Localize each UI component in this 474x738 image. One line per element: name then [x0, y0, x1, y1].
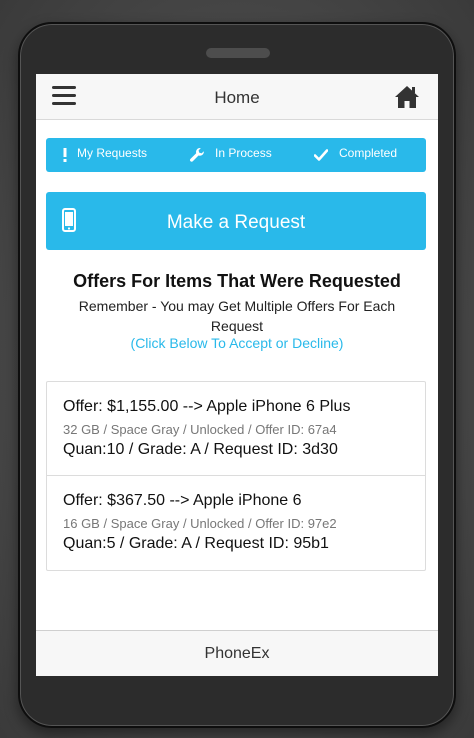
top-header: Home — [36, 74, 438, 120]
offer-details: 32 GB / Space Gray / Unlocked / Offer ID… — [63, 422, 337, 437]
offer-price-product: Offer: $367.50 --> Apple iPhone 6 — [63, 492, 302, 509]
tab-in-process[interactable]: In Process — [187, 138, 297, 172]
phone-frame: Home My Requests In Process Completed Ma… — [18, 22, 456, 728]
offers-heading: Offers For Items That Were Requested — [73, 271, 401, 291]
tab-label: Completed — [339, 146, 398, 160]
offer-details: 16 GB / Space Gray / Unlocked / Offer ID… — [63, 516, 337, 531]
offer-item[interactable]: Offer: $367.50 --> Apple iPhone 6 16 GB … — [47, 476, 425, 570]
offer-price-product: Offer: $1,155.00 --> Apple iPhone 6 Plus — [63, 398, 351, 415]
speaker-grille — [206, 48, 270, 58]
offers-subtitle: Remember - You may Get Multiple Offers F… — [78, 298, 396, 334]
offer-list: Offer: $1,155.00 --> Apple iPhone 6 Plus… — [46, 381, 426, 571]
offers-hint: (Click Below To Accept or Decline) — [130, 335, 344, 351]
app-screen: Home My Requests In Process Completed Ma… — [36, 74, 438, 676]
tab-label: In Process — [215, 146, 272, 160]
tab-completed[interactable]: Completed — [314, 138, 420, 172]
exclamation-icon — [63, 148, 67, 162]
tab-my-requests[interactable]: My Requests — [60, 138, 180, 172]
make-request-label: Make a Request — [166, 212, 306, 233]
offer-item[interactable]: Offer: $1,155.00 --> Apple iPhone 6 Plus… — [47, 382, 425, 476]
checkmark-icon — [314, 149, 328, 161]
make-request-button[interactable]: Make a Request — [46, 192, 426, 250]
page-title: Home — [214, 88, 260, 107]
tab-label: My Requests — [77, 146, 148, 160]
request-status-tabbar: My Requests In Process Completed — [46, 138, 426, 172]
home-icon[interactable] — [394, 84, 420, 110]
offer-quantity-grade: Quan:10 / Grade: A / Request ID: 3d30 — [63, 441, 338, 458]
offer-quantity-grade: Quan:5 / Grade: A / Request ID: 95b1 — [63, 535, 329, 552]
footer-brand: PhoneEx — [204, 645, 270, 662]
footer-bar: PhoneEx — [36, 630, 438, 676]
wrench-icon — [190, 148, 204, 162]
